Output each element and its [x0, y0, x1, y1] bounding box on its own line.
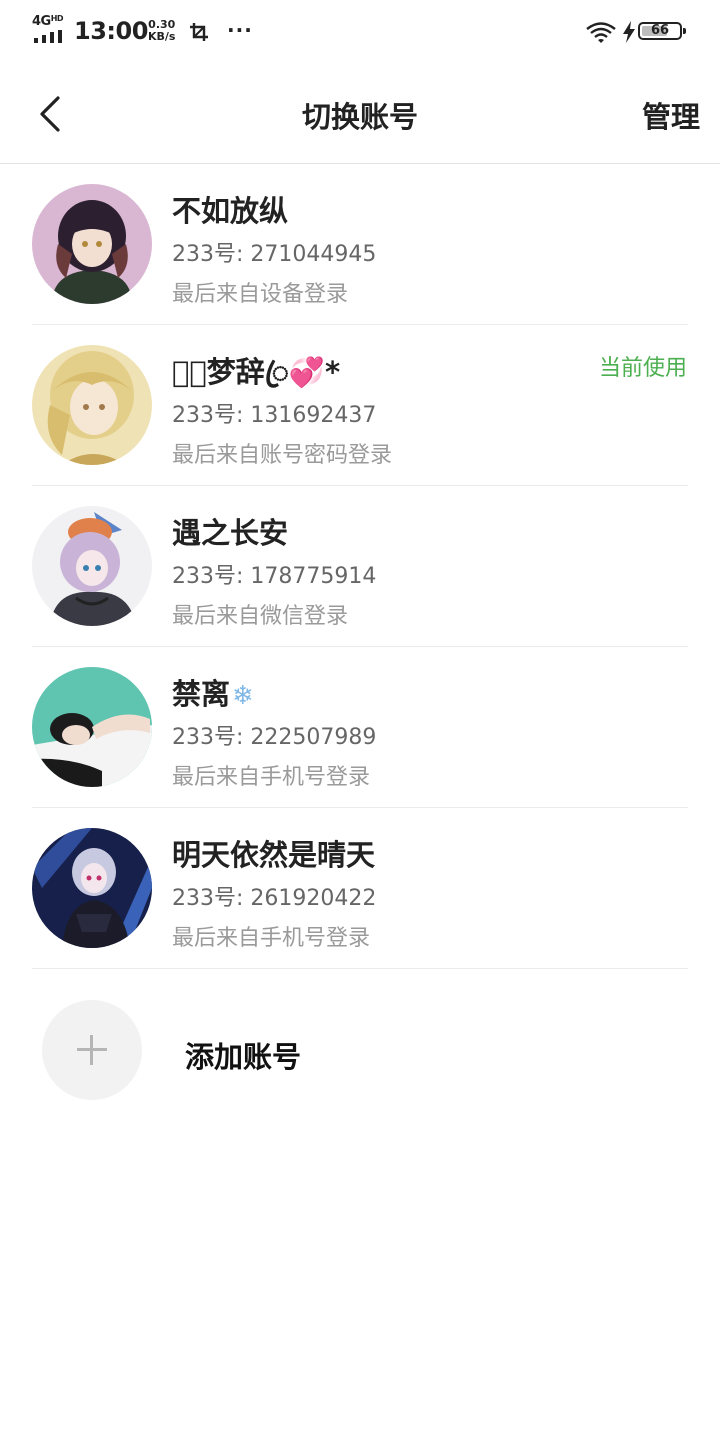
- account-name: 不如放纵: [172, 194, 289, 228]
- add-account-button[interactable]: 添加账号: [0, 970, 720, 1130]
- last-login-method: 最后来自微信登录: [172, 604, 349, 629]
- last-login-method: 最后来自手机号登录: [172, 765, 371, 790]
- add-account-label: 添加账号: [185, 1040, 302, 1074]
- wifi-icon: [586, 22, 616, 43]
- avatar: [32, 506, 152, 626]
- network-type: 4GHD: [32, 14, 64, 29]
- plus-icon: [42, 1000, 142, 1100]
- avatar: [32, 345, 152, 465]
- battery-icon: 66: [638, 22, 686, 40]
- network-speed: 0.30 KB/s: [148, 18, 176, 43]
- snowflake-emoji: ❄: [232, 681, 254, 711]
- account-name: 明天依然是晴天: [172, 838, 376, 872]
- battery-level: 66: [650, 23, 670, 38]
- last-login-method: 最后来自手机号登录: [172, 926, 371, 951]
- account-name: 禁离❄: [172, 677, 254, 711]
- signal-icon: [34, 30, 64, 43]
- account-id: 233号: 222507989: [172, 725, 377, 750]
- manage-button[interactable]: 管理: [642, 94, 700, 136]
- account-id: 233号: 131692437: [172, 403, 377, 428]
- account-id: 233号: 271044945: [172, 242, 377, 267]
- account-item[interactable]: 𝓜ꦿ梦辞ꦿ💞* 当前使用 233号: 131692437 最后来自账号密码登录: [0, 325, 720, 486]
- account-id: 233号: 178775914: [172, 564, 377, 589]
- more-notifications-icon: ···: [227, 18, 253, 42]
- last-login-method: 最后来自设备登录: [172, 282, 349, 307]
- avatar: [32, 828, 152, 948]
- current-account-badge: 当前使用: [598, 356, 687, 381]
- account-id: 233号: 261920422: [172, 886, 377, 911]
- divider: [32, 968, 688, 969]
- last-login-method: 最后来自账号密码登录: [172, 443, 393, 468]
- account-item[interactable]: 遇之长安 233号: 178775914 最后来自微信登录: [0, 486, 720, 647]
- account-item[interactable]: 明天依然是晴天 233号: 261920422 最后来自手机号登录: [0, 808, 720, 969]
- screenshot-icon: [190, 23, 208, 41]
- account-name: 遇之长安: [172, 516, 289, 550]
- avatar: [32, 667, 152, 787]
- account-item[interactable]: 禁离❄ 233号: 222507989 最后来自手机号登录: [0, 647, 720, 808]
- status-bar: 4GHD 13:00 0.30 KB/s ··· 66: [0, 0, 720, 64]
- page-title: 切换账号: [301, 100, 418, 134]
- clock: 13:00: [74, 17, 148, 45]
- account-item[interactable]: 不如放纵 233号: 271044945 最后来自设备登录: [0, 164, 720, 325]
- account-list: 不如放纵 233号: 271044945 最后来自设备登录 𝓜ꦿ梦辞ꦿ💞* 当前…: [0, 164, 720, 969]
- avatar: [32, 184, 152, 304]
- header: 切换账号 管理: [0, 64, 720, 164]
- charging-icon: [623, 21, 635, 43]
